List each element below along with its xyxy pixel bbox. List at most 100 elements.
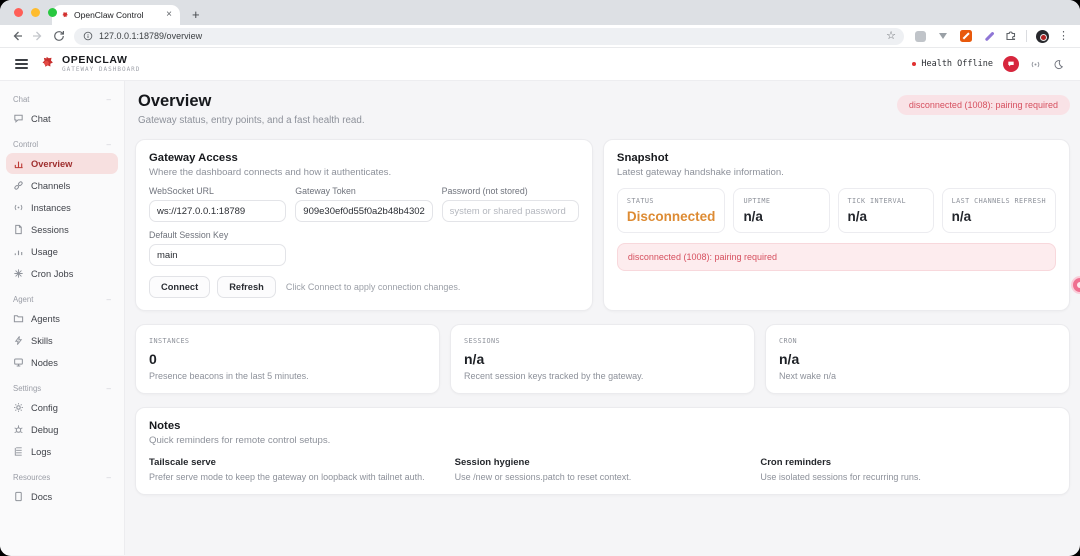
connect-button[interactable]: Connect <box>149 276 210 298</box>
notes-card: Notes Quick reminders for remote control… <box>135 407 1070 495</box>
sessions-value: n/a <box>464 351 741 367</box>
sidebar-section-agent[interactable]: Agent – <box>0 285 124 307</box>
last-channels-refresh-value: n/a <box>952 209 1046 224</box>
sidebar-section-settings[interactable]: Settings – <box>0 374 124 396</box>
sidebar-item-agents[interactable]: Agents <box>6 308 118 329</box>
sidebar-item-logs[interactable]: Logs <box>6 441 118 462</box>
url-text[interactable]: 127.0.0.1:18789/overview <box>99 31 880 41</box>
sidebar-section-chat[interactable]: Chat – <box>0 85 124 107</box>
document-icon <box>13 224 24 235</box>
sidebar-item-docs[interactable]: Docs <box>6 486 118 507</box>
bug-icon <box>13 424 24 435</box>
sidebar-item-usage[interactable]: Usage <box>6 241 118 262</box>
session-key-input[interactable] <box>149 244 286 266</box>
sidebar-item-config[interactable]: Config <box>6 397 118 418</box>
sidebar-item-skills[interactable]: Skills <box>6 330 118 351</box>
connect-hint: Click Connect to apply connection change… <box>286 282 461 292</box>
document-icon <box>13 491 24 502</box>
sparkle-icon <box>13 268 24 279</box>
sidebar-item-chat[interactable]: Chat <box>6 108 118 129</box>
sessions-metric-card: SESSIONS n/a Recent session keys tracked… <box>450 324 755 394</box>
browser-window: OpenClaw Control × + 127.0.0.1:18789/ove… <box>0 0 1080 556</box>
disconnected-alert: disconnected (1008): pairing required <box>617 243 1056 271</box>
sidebar-item-cron-jobs[interactable]: Cron Jobs <box>6 263 118 284</box>
password-label: Password (not stored) <box>442 186 579 196</box>
stat-tile-status: STATUS Disconnected <box>617 188 726 233</box>
uptime-value: n/a <box>743 209 819 224</box>
favicon-claw-icon <box>60 11 69 20</box>
collapse-icon: – <box>107 95 111 104</box>
chat-action-button[interactable] <box>1003 56 1019 72</box>
stat-tile-last-channels-refresh: LAST CHANNELS REFRESH n/a <box>942 188 1056 233</box>
tab-close-icon[interactable]: × <box>166 10 172 20</box>
browser-toolbar: 127.0.0.1:18789/overview ☆ ⋮ <box>0 25 1080 48</box>
collapse-icon: – <box>107 384 111 393</box>
instances-metric-card: INSTANCES 0 Presence beacons in the last… <box>135 324 440 394</box>
websocket-url-input[interactable] <box>149 200 286 222</box>
new-tab-button[interactable]: + <box>192 8 200 21</box>
toolbar-divider <box>1026 30 1027 42</box>
session-key-label: Default Session Key <box>149 230 579 240</box>
openclaw-logo-icon <box>38 55 55 72</box>
extension-pencil-icon[interactable] <box>982 29 996 43</box>
sidebar-section-resources[interactable]: Resources – <box>0 463 124 485</box>
profile-avatar[interactable] <box>1036 30 1049 43</box>
gateway-token-label: Gateway Token <box>295 186 432 196</box>
sidebar: Chat – Chat Control – Overview Channels <box>0 81 125 555</box>
window-controls <box>14 8 57 17</box>
status-value: Disconnected <box>627 209 716 224</box>
refresh-button[interactable]: Refresh <box>217 276 276 298</box>
close-window-button[interactable] <box>14 8 23 17</box>
link-icon <box>13 180 24 191</box>
bar-chart-icon <box>13 246 24 257</box>
bookmark-star-icon[interactable]: ☆ <box>886 31 900 42</box>
card-subtitle: Quick reminders for remote control setup… <box>149 435 1056 446</box>
chat-bubble-icon <box>13 113 24 124</box>
hamburger-menu-icon[interactable] <box>15 59 28 69</box>
back-icon[interactable] <box>11 30 23 42</box>
note-session-hygiene: Session hygiene Use /new or sessions.pat… <box>455 457 751 482</box>
extensions-puzzle-icon[interactable] <box>1005 30 1017 42</box>
sidebar-item-overview[interactable]: Overview <box>6 153 118 174</box>
extension-caret-icon[interactable] <box>936 29 950 43</box>
extension-orange-icon[interactable] <box>959 29 973 43</box>
gateway-token-input[interactable] <box>295 200 432 222</box>
minimize-window-button[interactable] <box>31 8 40 17</box>
browser-tab[interactable]: OpenClaw Control × <box>52 5 180 25</box>
sidebar-item-nodes[interactable]: Nodes <box>6 352 118 373</box>
password-input[interactable] <box>442 200 579 222</box>
address-bar[interactable]: 127.0.0.1:18789/overview ☆ <box>74 28 904 45</box>
folder-icon <box>13 313 24 324</box>
dark-mode-moon-icon[interactable] <box>1052 58 1065 71</box>
app-subtitle: GATEWAY DASHBOARD <box>62 66 140 73</box>
stat-tile-tick-interval: TICK INTERVAL n/a <box>838 188 934 233</box>
reload-icon[interactable] <box>53 30 65 42</box>
forward-icon[interactable] <box>32 30 44 42</box>
sidebar-item-sessions[interactable]: Sessions <box>6 219 118 240</box>
gateway-access-card: Gateway Access Where the dashboard conne… <box>135 139 593 311</box>
sidebar-section-control[interactable]: Control – <box>0 130 124 152</box>
monitor-icon <box>13 357 24 368</box>
extension-placeholder-icon[interactable] <box>913 29 927 43</box>
card-title: Snapshot <box>617 152 1056 164</box>
card-subtitle: Where the dashboard connects and how it … <box>149 167 579 178</box>
connection-status-badge: disconnected (1008): pairing required <box>897 95 1070 115</box>
sidebar-item-instances[interactable]: Instances <box>6 197 118 218</box>
app-title: OPENCLAW <box>62 55 140 67</box>
sidebar-item-debug[interactable]: Debug <box>6 419 118 440</box>
cron-metric-card: CRON n/a Next wake n/a <box>765 324 1070 394</box>
instances-value: 0 <box>149 351 426 367</box>
tab-strip: OpenClaw Control × + <box>0 0 1080 25</box>
browser-menu-kebab-icon[interactable]: ⋮ <box>1058 31 1069 42</box>
collapse-icon: – <box>107 140 111 149</box>
main-content: Overview Gateway status, entry points, a… <box>125 81 1080 555</box>
sidebar-item-channels[interactable]: Channels <box>6 175 118 196</box>
maximize-window-button[interactable] <box>48 8 57 17</box>
collapse-icon: – <box>107 473 111 482</box>
card-title: Gateway Access <box>149 152 579 164</box>
cron-value: n/a <box>779 351 1056 367</box>
site-info-icon[interactable] <box>83 31 93 41</box>
broadcast-toggle-button[interactable] <box>1029 58 1042 71</box>
chat-bubble-icon <box>1007 60 1015 68</box>
tick-interval-value: n/a <box>848 209 924 224</box>
